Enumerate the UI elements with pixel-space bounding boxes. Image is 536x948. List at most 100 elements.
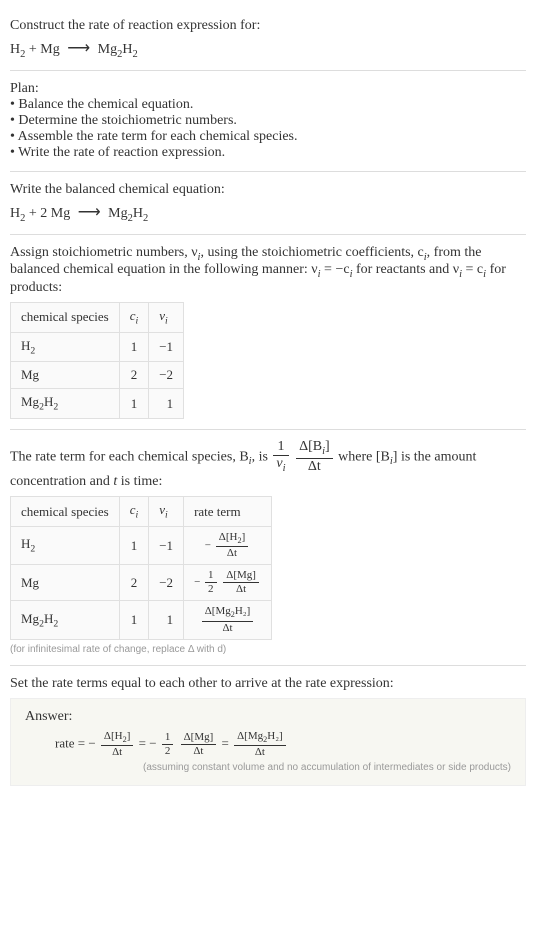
- plan-section: Plan: • Balance the chemical equation. •…: [10, 71, 526, 172]
- cell-c: 2: [119, 362, 149, 389]
- final-section: Set the rate terms equal to each other t…: [10, 666, 526, 796]
- plan-item: • Write the rate of reaction expression.: [10, 145, 526, 161]
- col-species: chemical species: [11, 497, 120, 527]
- subscript: 2: [30, 544, 35, 555]
- col-c: ci: [119, 303, 149, 333]
- cell-species: Mg: [11, 362, 120, 389]
- balanced-section: Write the balanced chemical equation: H2…: [10, 172, 526, 235]
- denominator: Δt: [216, 547, 248, 559]
- table-row: Mg2H2 1 1: [11, 389, 184, 419]
- fraction: 1 2: [205, 570, 217, 595]
- fraction: 1 νi: [273, 440, 288, 474]
- assign-text: Assign stoichiometric numbers, νi, using…: [10, 245, 526, 297]
- fraction: Δ[H2] Δt: [101, 731, 133, 758]
- unbalanced-equation: H2 + Mg ⟶ Mg2H2: [10, 38, 526, 60]
- cell-nu: −2: [149, 565, 184, 601]
- text: =: [139, 735, 150, 750]
- text: Mg: [21, 611, 39, 626]
- denominator: 2: [162, 745, 174, 757]
- text: H₂]: [267, 730, 282, 742]
- text: , is: [252, 449, 272, 464]
- cell-nu: −1: [149, 332, 184, 362]
- subscript: i: [165, 510, 168, 521]
- fraction: Δ[Bi] Δt: [296, 440, 333, 474]
- text: for reactants and ν: [352, 262, 459, 277]
- fraction: 1 2: [162, 732, 174, 757]
- col-rateterm: rate term: [184, 497, 272, 527]
- text: Δ[Mg: [205, 605, 231, 617]
- species: Mg: [105, 206, 128, 221]
- text: , using the stoichiometric coefficients,…: [200, 245, 423, 260]
- subscript: i: [283, 463, 286, 474]
- text: is time:: [117, 474, 162, 489]
- fraction: Δ[Mg] Δt: [223, 570, 259, 595]
- cell-c: 1: [119, 526, 149, 564]
- numerator: Δ[Mg]: [181, 732, 217, 745]
- table-header-row: chemical species ci νi: [11, 303, 184, 333]
- rateterm-section: The rate term for each chemical species,…: [10, 430, 526, 666]
- table-row: Mg 2 −2: [11, 362, 184, 389]
- plus: + 2 Mg: [25, 206, 73, 221]
- plus: + Mg: [25, 42, 63, 57]
- text: Mg: [21, 394, 39, 409]
- denominator: Δt: [202, 622, 254, 634]
- assign-section: Assign stoichiometric numbers, νi, using…: [10, 235, 526, 430]
- cell-species: H2: [11, 332, 120, 362]
- cell-nu: 1: [149, 601, 184, 639]
- text: rate =: [55, 735, 88, 750]
- balanced-lead: Write the balanced chemical equation:: [10, 182, 526, 198]
- denominator: Δt: [234, 746, 286, 758]
- denominator: Δt: [181, 745, 217, 757]
- species: H: [122, 42, 132, 57]
- text: Mg: [21, 367, 39, 382]
- table-row: Mg 2 −2 − 1 2 Δ[Mg] Δt: [11, 565, 272, 601]
- plan-item: • Balance the chemical equation.: [10, 97, 526, 113]
- subscript: 2: [143, 213, 148, 224]
- stoich-table: chemical species ci νi H2 1 −1 Mg 2 −2 M…: [10, 302, 184, 419]
- text: Δ[Mg: [237, 730, 263, 742]
- plan-item: • Assemble the rate term for each chemic…: [10, 129, 526, 145]
- subscript: 2: [53, 618, 58, 629]
- numerator: Δ[Bi]: [296, 440, 333, 459]
- denominator: Δt: [101, 746, 133, 758]
- prompt-section: Construct the rate of reaction expressio…: [10, 8, 526, 71]
- text: where [B: [338, 449, 390, 464]
- cell-nu: −2: [149, 362, 184, 389]
- numerator: 1: [273, 440, 288, 456]
- cell-c: 1: [119, 389, 149, 419]
- arrow-icon: ⟶: [74, 204, 105, 221]
- text: −: [149, 735, 160, 750]
- rateterm-table: chemical species ci νi rate term H2 1 −1…: [10, 496, 272, 639]
- cell-species: Mg2H2: [11, 601, 120, 639]
- text: −: [205, 539, 214, 551]
- infinitesimal-note: (for infinitesimal rate of change, repla…: [10, 644, 526, 655]
- subscript: 2: [30, 345, 35, 356]
- col-nu: νi: [149, 497, 184, 527]
- denominator: Δt: [223, 583, 259, 595]
- rateterm-text: The rate term for each chemical species,…: [10, 440, 526, 490]
- text: ]: [242, 531, 246, 543]
- numerator: Δ[Mg2H₂]: [234, 731, 286, 746]
- text: H₂]: [235, 605, 250, 617]
- table-row: H2 1 −1: [11, 332, 184, 362]
- cell-c: 1: [119, 332, 149, 362]
- text: Δ[B: [299, 439, 322, 454]
- cell-nu: −1: [149, 526, 184, 564]
- text: = c: [462, 262, 483, 277]
- species: H: [10, 42, 20, 57]
- cell-rateterm: − Δ[H2] Δt: [184, 526, 272, 564]
- arrow-icon: ⟶: [63, 40, 94, 57]
- text: Mg: [21, 575, 39, 590]
- text: Δ[H: [104, 730, 123, 742]
- subscript: i: [165, 316, 168, 327]
- col-nu: νi: [149, 303, 184, 333]
- numerator: Δ[Mg]: [223, 570, 259, 583]
- text: H: [21, 338, 30, 353]
- numerator: Δ[Mg2H₂]: [202, 606, 254, 621]
- text: ]: [127, 730, 131, 742]
- fraction: Δ[Mg2H₂] Δt: [234, 731, 286, 758]
- numerator: Δ[H2]: [101, 731, 133, 746]
- cell-species: H2: [11, 526, 120, 564]
- fraction: Δ[H2] Δt: [216, 532, 248, 559]
- fraction: Δ[Mg] Δt: [181, 732, 217, 757]
